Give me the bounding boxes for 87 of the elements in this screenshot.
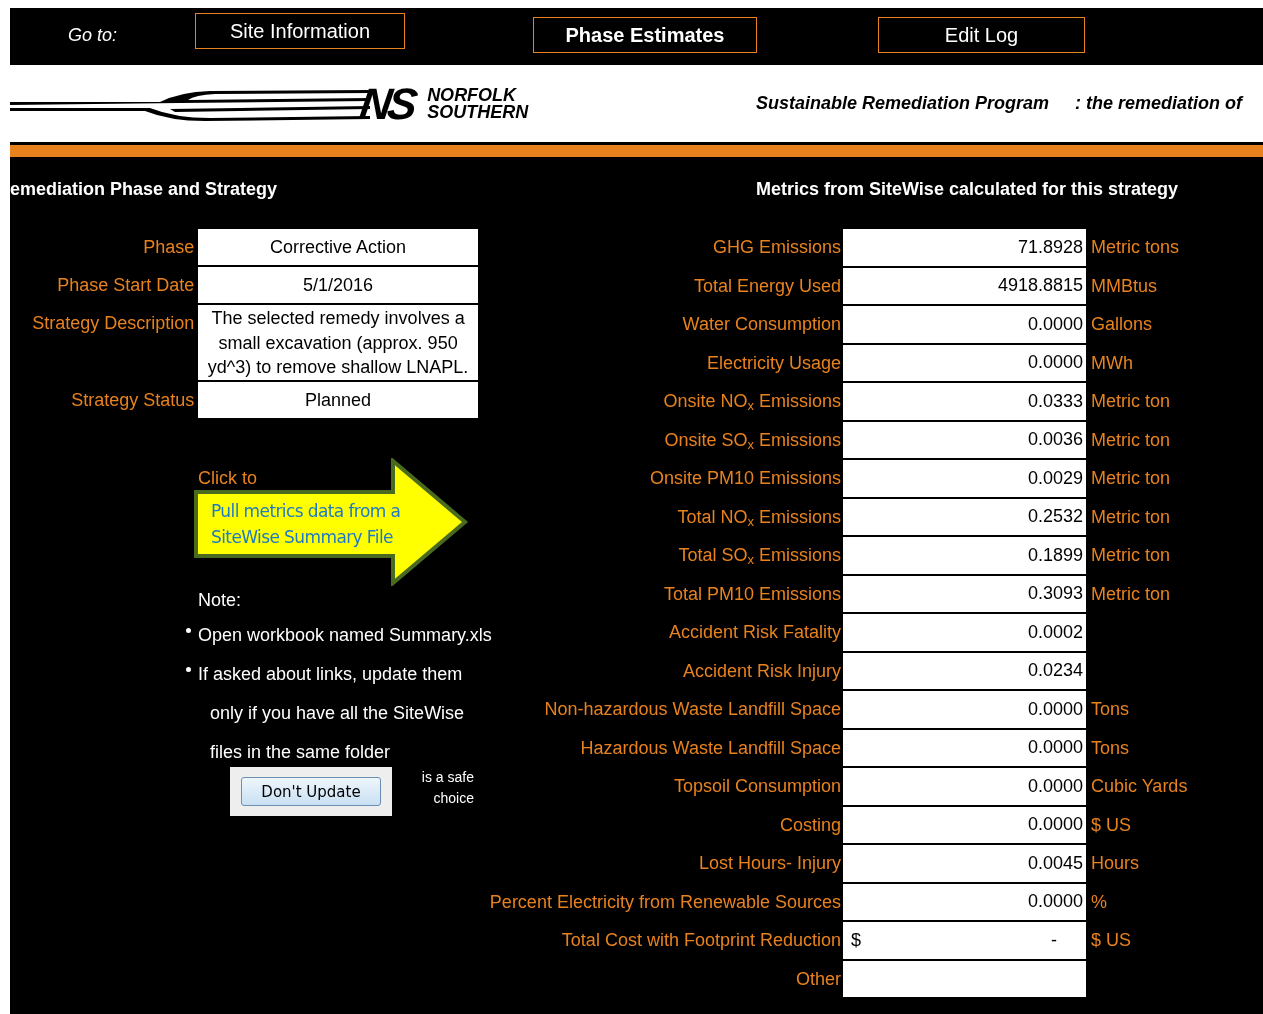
- metric-label: Water Consumption: [682, 313, 841, 336]
- metric-value: 0.0000: [1027, 814, 1083, 836]
- metric-label: Accident Risk Injury: [682, 659, 841, 683]
- unit-label: $ US: [1091, 814, 1132, 835]
- metric-label: Onsite SO$_{x}$ Emissions: [664, 428, 841, 454]
- unit-label: Metric tons: [1091, 237, 1180, 257]
- unit-label: %: [1091, 891, 1107, 912]
- metric-label: Onsite NO$_{x}$ Emissions: [663, 390, 841, 415]
- logo-name: SOUTHERN: [427, 103, 529, 121]
- section-heading: emediation Phase and Strategy: [10, 178, 279, 201]
- logo-mark: NS: [356, 78, 417, 129]
- note-text: Open workbook named Summary.xls: [198, 625, 492, 646]
- field-value: 5/1/2016: [198, 267, 478, 303]
- field-label: Strategy Status: [71, 389, 195, 412]
- metric-value: 0.0000: [1027, 891, 1083, 913]
- field-value: Planned: [198, 382, 478, 418]
- metric-label: GHG Emissions: [712, 236, 841, 259]
- unit-label: Hours: [1091, 853, 1139, 873]
- caption-text: choice: [433, 789, 474, 808]
- field-label: Phase: [143, 236, 195, 259]
- field-label: Phase Start Date: [57, 274, 195, 297]
- goto-label: Go to:: [68, 24, 119, 46]
- nav-button[interactable]: Site Information: [195, 13, 405, 49]
- note-text: If asked about links, update them: [198, 664, 463, 685]
- logo-name: NORFOLK: [427, 86, 518, 104]
- metric-value: 0.0045: [1027, 852, 1083, 874]
- metric-value: 0.1899: [1027, 544, 1083, 566]
- field-label: Strategy Description: [32, 312, 195, 335]
- metric-value: 0.0000: [1027, 737, 1083, 759]
- metric-label: Lost Hours- Injury: [698, 852, 841, 875]
- metric-label: Accident Risk Fatality: [668, 621, 841, 644]
- tagline: : the remediation of: [1075, 93, 1243, 114]
- metric-label: Costing: [779, 813, 841, 837]
- unit-label: Metric ton: [1091, 468, 1171, 488]
- metric-value: 4918.8815: [997, 275, 1083, 297]
- metric-value: 0.0333: [1027, 390, 1083, 412]
- metric-label: Total PM10 Emissions: [663, 582, 841, 606]
- metric-value: -: [1051, 929, 1057, 951]
- unit-label: Gallons: [1091, 314, 1153, 334]
- bullet-icon: [186, 667, 191, 672]
- metric-value: 0.0000: [1027, 352, 1083, 374]
- metric-label: Hazardous Waste Landfill Space: [580, 736, 841, 760]
- unit-label: Metric ton: [1091, 545, 1171, 565]
- metric-value: 0.0029: [1027, 467, 1083, 489]
- metric-label: Other: [795, 967, 841, 991]
- metric-label: Onsite PM10 Emissions: [649, 467, 841, 490]
- field-value: The selected remedy involves a small excavation (approx. 950 yd^3) to remove shallow LNAPL.: [198, 305, 478, 380]
- click-prompt: Click to: [198, 468, 257, 489]
- currency-symbol: $: [851, 929, 861, 951]
- unit-label: Tons: [1091, 699, 1130, 719]
- bullet-icon: [186, 628, 191, 633]
- metric-value: 0.0234: [1027, 660, 1083, 682]
- metric-value: 0.0002: [1027, 621, 1083, 643]
- metric-value: 0.0000: [1027, 698, 1083, 720]
- dont-update-button[interactable]: Don't Update: [241, 777, 381, 806]
- field-value: Corrective Action: [198, 229, 478, 265]
- metric-label: Total NO$_{x}$ Emissions: [677, 505, 841, 531]
- metric-value: 0.3093: [1027, 583, 1083, 605]
- metric-value: 0.0036: [1027, 429, 1083, 451]
- metric-label: Electricity Usage: [706, 351, 841, 375]
- metric-value: 71.8928: [1017, 236, 1083, 258]
- note-text: files in the same folder: [210, 742, 391, 763]
- nav-button[interactable]: Phase Estimates: [533, 17, 757, 53]
- unit-label: Metric ton: [1091, 391, 1171, 411]
- metric-value: 0.0000: [1027, 775, 1083, 797]
- unit-label: Tons: [1091, 737, 1130, 758]
- metric-value: 0.0000: [1027, 313, 1083, 335]
- note-heading: Note:: [198, 590, 243, 612]
- unit-label: Metric ton: [1091, 583, 1171, 604]
- unit-label: Metric ton: [1091, 429, 1171, 450]
- unit-label: $ US: [1091, 930, 1132, 950]
- note-text: only if you have all the SiteWise: [210, 703, 465, 724]
- metric-label: Topsoil Consumption: [673, 775, 841, 798]
- metric-label: Non-hazardous Waste Landfill Space: [544, 698, 841, 721]
- program-title: Sustainable Remediation Program: [756, 93, 1050, 114]
- unit-label: Metric ton: [1091, 506, 1171, 527]
- metric-label: Total Cost with Footprint Reduction: [561, 929, 841, 952]
- unit-label: MMBtus: [1091, 275, 1157, 296]
- nav-button[interactable]: Edit Log: [878, 17, 1085, 53]
- metric-value: 0.2532: [1027, 506, 1083, 528]
- metric-label: Total SO$_{x}$ Emissions: [678, 544, 841, 569]
- caption-text: is a safe: [421, 768, 474, 787]
- metric-label: Percent Electricity from Renewable Sources: [489, 890, 841, 914]
- unit-label: Cubic Yards: [1091, 776, 1188, 796]
- section-heading: Metrics from SiteWise calculated for this strategy: [755, 178, 1179, 201]
- metric-label: Total Energy Used: [693, 274, 841, 298]
- unit-label: MWh: [1091, 352, 1133, 373]
